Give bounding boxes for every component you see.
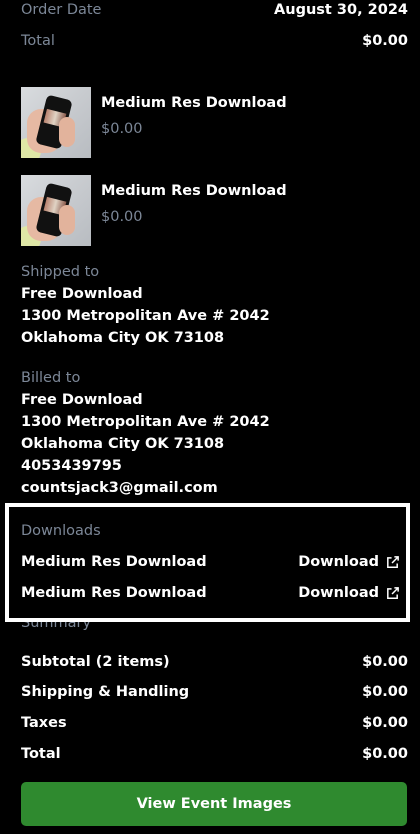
summary-total-row: Total $0.00 — [21, 743, 408, 765]
shipped-to-line: Free Download — [21, 286, 143, 302]
billed-to-phone: 4053439795 — [21, 458, 122, 474]
item-price: $0.00 — [101, 209, 143, 225]
billed-to-line: Oklahoma City OK 73108 — [21, 436, 225, 452]
download-row: Medium Res Download Download — [21, 582, 400, 604]
order-date-label: Order Date — [21, 2, 102, 18]
downloads-section: Downloads Medium Res Download Download M… — [5, 503, 410, 622]
order-item[interactable]: Medium Res Download $0.00 — [21, 87, 401, 158]
download-row: Medium Res Download Download — [21, 551, 400, 573]
download-link[interactable]: Download — [298, 554, 400, 570]
item-title: Medium Res Download — [101, 95, 287, 111]
order-total-label: Total — [21, 33, 55, 49]
summary-subtotal-row: Subtotal (2 items) $0.00 — [21, 651, 408, 673]
summary-taxes-row: Taxes $0.00 — [21, 712, 408, 734]
summary-row-value: $0.00 — [362, 684, 408, 700]
summary-row-value: $0.00 — [362, 654, 408, 670]
billed-to-line: Free Download — [21, 392, 143, 408]
item-thumbnail — [21, 175, 91, 246]
order-total-value: $0.00 — [362, 33, 408, 49]
summary-row-value: $0.00 — [362, 715, 408, 731]
external-link-icon[interactable] — [385, 555, 400, 570]
order-total-row: Total $0.00 — [21, 30, 408, 52]
summary-row-value: $0.00 — [362, 746, 408, 762]
shipped-to-line: Oklahoma City OK 73108 — [21, 330, 225, 346]
summary-row-label: Taxes — [21, 715, 67, 731]
item-thumbnail — [21, 87, 91, 158]
billed-to-line: 1300 Metropolitan Ave # 2042 — [21, 414, 270, 430]
item-title: Medium Res Download — [101, 183, 287, 199]
download-link-label[interactable]: Download — [298, 585, 379, 601]
order-date-value: August 30, 2024 — [274, 2, 408, 18]
item-price: $0.00 — [101, 121, 143, 137]
summary-shipping-row: Shipping & Handling $0.00 — [21, 681, 408, 703]
external-link-icon[interactable] — [385, 586, 400, 601]
order-item[interactable]: Medium Res Download $0.00 — [21, 175, 401, 246]
billed-to-label: Billed to — [21, 370, 81, 386]
summary-label: Summary — [21, 622, 92, 631]
download-link[interactable]: Download — [298, 585, 400, 601]
download-link-label[interactable]: Download — [298, 554, 379, 570]
summary-row-label: Shipping & Handling — [21, 684, 190, 700]
download-item-name: Medium Res Download — [21, 585, 207, 601]
shipped-to-line: 1300 Metropolitan Ave # 2042 — [21, 308, 270, 324]
billed-to-email: countsjack3@gmail.com — [21, 480, 218, 496]
order-date-row: Order Date August 30, 2024 — [21, 0, 408, 21]
view-event-images-button[interactable]: View Event Images — [21, 782, 407, 826]
downloads-label: Downloads — [21, 523, 101, 539]
shipped-to-label: Shipped to — [21, 264, 100, 280]
download-item-name: Medium Res Download — [21, 554, 207, 570]
summary-row-label: Subtotal (2 items) — [21, 654, 170, 670]
summary-row-label: Total — [21, 746, 61, 762]
